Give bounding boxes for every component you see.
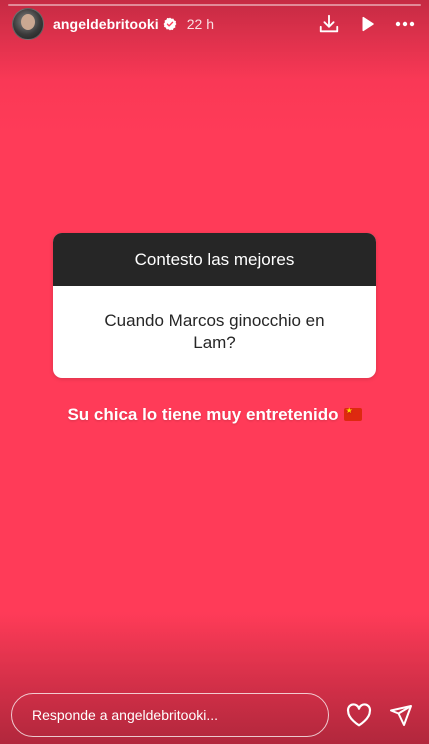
more-icon[interactable] [393,12,417,36]
play-icon[interactable] [355,12,379,36]
china-flag-icon [343,406,362,421]
send-icon[interactable] [388,702,414,728]
reply-input[interactable]: Responde a angeldebritooki... [11,693,329,737]
heart-icon[interactable] [346,702,372,728]
download-icon[interactable] [317,12,341,36]
reply-placeholder: Responde a angeldebritooki... [32,707,219,723]
story-caption: Su chica lo tiene muy entretenido [0,405,429,425]
question-sticker[interactable]: Contesto las mejores Cuando Marcos ginoc… [53,233,376,378]
question-sticker-title: Contesto las mejores [53,233,376,286]
verified-badge-icon [163,17,177,31]
caption-text: Su chica lo tiene muy entretenido [67,405,339,424]
post-time: 22 h [186,16,214,32]
header-actions [317,12,417,36]
question-text: Cuando Marcos ginocchio en Lam? [104,311,325,352]
story-header: angeldebritooki 22 h [12,8,417,40]
story-progress-bar [8,4,421,6]
avatar[interactable] [12,8,44,40]
story-footer: Responde a angeldebritooki... [11,693,417,737]
story-view: angeldebritooki 22 h Contesto las mejore… [0,0,429,744]
username[interactable]: angeldebritooki [53,16,159,32]
